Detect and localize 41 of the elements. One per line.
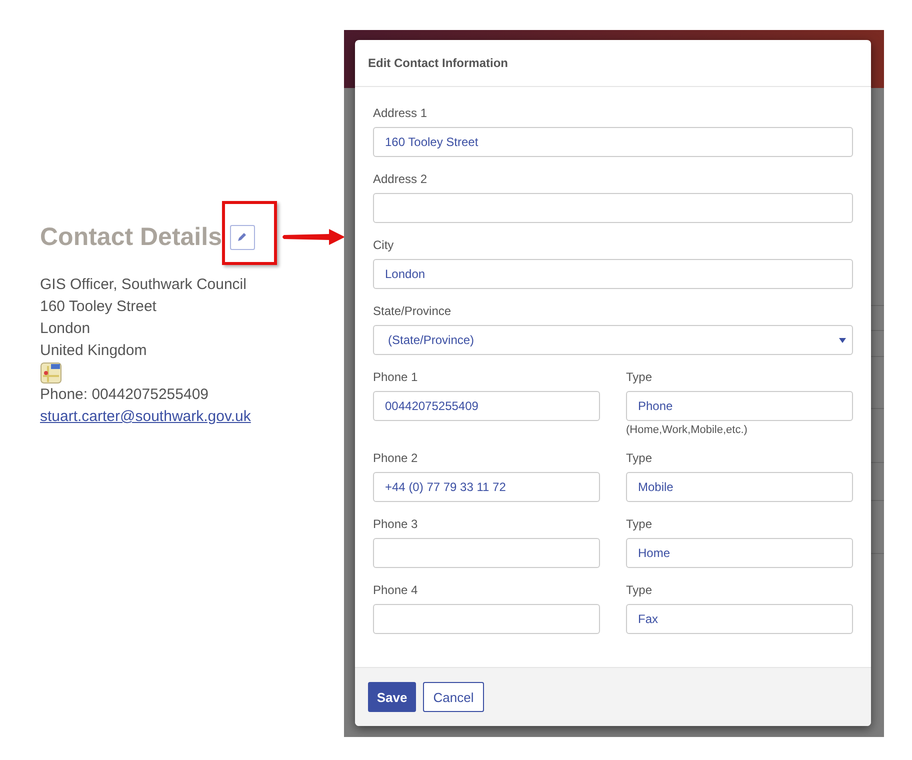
field-label: Phone 3 — [373, 516, 419, 533]
field-label: Phone 4 — [373, 582, 419, 599]
caret-icon — [839, 338, 846, 342]
field-label: Type — [626, 516, 654, 533]
input-field[interactable] — [373, 538, 600, 568]
edit-button[interactable] — [230, 224, 255, 250]
save-button[interactable]: Save — [368, 682, 416, 712]
field-label: Phone 1 — [373, 369, 419, 386]
field-label: Type — [626, 369, 654, 386]
address-line: GIS Officer, Southwark Council — [40, 275, 246, 295]
arrow-icon — [281, 228, 347, 246]
pencil-icon — [236, 231, 248, 243]
field-label: State/Province — [373, 303, 452, 320]
input-field[interactable]: +44 (0) 77 79 33 11 72 — [373, 472, 600, 502]
address-line: 160 Tooley Street — [40, 297, 156, 317]
field-label: Type — [626, 582, 654, 599]
dialog-title: Edit Contact Information — [368, 56, 508, 70]
section-title: Contact Details — [40, 222, 222, 252]
field-label: City — [373, 237, 395, 254]
map-icon[interactable] — [40, 362, 62, 384]
input-field[interactable] — [373, 604, 600, 634]
field-label: Phone 2 — [373, 450, 419, 467]
cancel-button[interactable]: Cancel — [423, 682, 484, 712]
input-field[interactable]: Home — [626, 538, 853, 568]
input-field[interactable]: London — [373, 259, 853, 289]
input-field[interactable]: Fax — [626, 604, 853, 634]
dropdown[interactable]: (State/Province) — [373, 325, 853, 355]
input-field[interactable] — [373, 193, 853, 223]
input-field[interactable]: Mobile — [626, 472, 853, 502]
field-label: Type — [626, 450, 654, 467]
field-label: Address 1 — [373, 105, 428, 122]
address-line: London — [40, 319, 90, 339]
input-field[interactable]: 160 Tooley Street — [373, 127, 853, 157]
highlight-frame — [222, 201, 277, 265]
input-field[interactable]: Phone — [626, 391, 853, 421]
field-label: Address 2 — [373, 171, 428, 188]
input-field[interactable]: 00442075255409 — [373, 391, 600, 421]
email-link[interactable]: stuart.carter@southwark.gov.uk — [40, 406, 251, 428]
address-line: United Kingdom — [40, 341, 147, 361]
field-hint: (Home,Work,Mobile,etc.) — [626, 424, 748, 436]
phone-text: Phone: 00442075255409 — [40, 385, 209, 405]
